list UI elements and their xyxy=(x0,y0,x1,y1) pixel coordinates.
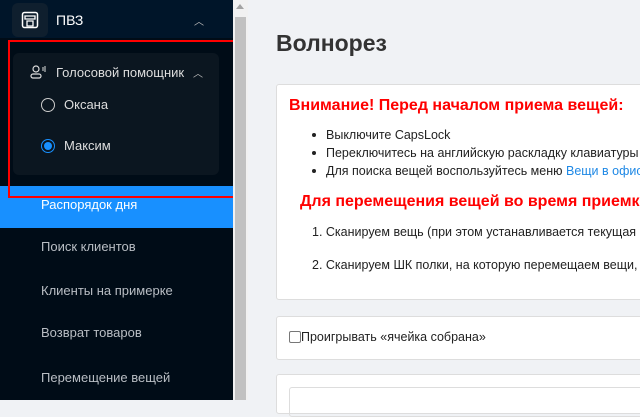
sidebar-item-client-search[interactable]: Поиск клиентов xyxy=(41,239,136,254)
sidebar-scrollbar[interactable] xyxy=(233,0,248,400)
move-step: 1. Сканируем вещь (при этом устанавливае… xyxy=(312,225,636,239)
notice-bullet: Для поиска вещей воспользуйтесь меню Вещ… xyxy=(326,164,640,178)
sidebar-item-returns[interactable]: Возврат товаров xyxy=(41,325,142,340)
sidebar-item-move-items[interactable]: Перемещение вещей xyxy=(41,370,170,385)
checkbox[interactable] xyxy=(289,331,301,343)
notice-card: Внимание! Перед началом приема вещей: Вы… xyxy=(276,84,640,300)
highlight-box xyxy=(8,40,242,198)
page-title: Волнорез xyxy=(276,30,387,57)
sidebar-header[interactable]: ПВЗ ︿ xyxy=(0,0,233,38)
sidebar-header-label: ПВЗ xyxy=(56,12,83,28)
scroll-up-icon[interactable] xyxy=(236,4,244,9)
checkbox-label: Проигрывать «ячейка собрана» xyxy=(301,330,486,344)
scan-input[interactable] xyxy=(289,387,640,417)
notice-heading: Внимание! Перед началом приема вещей: xyxy=(289,97,624,115)
items-in-office-link[interactable]: Вещи в офисе xyxy=(566,164,640,178)
chevron-up-icon[interactable]: ︿ xyxy=(194,13,204,28)
play-cell-collected-option[interactable]: Проигрывать «ячейка собрана» xyxy=(289,330,486,344)
store-icon xyxy=(12,3,48,37)
sidebar-item-schedule[interactable]: Распорядок дня xyxy=(41,197,137,212)
notice-bullet: Выключите CapsLock xyxy=(326,128,450,142)
move-heading: Для перемещения вещей во время приемки xyxy=(300,193,640,211)
scan-card xyxy=(276,374,640,414)
notice-bullet: Переключитесь на английскую раскладку кл… xyxy=(326,146,639,160)
sound-option-card: Проигрывать «ячейка собрана» xyxy=(276,316,640,360)
sidebar-item-fitting-clients[interactable]: Клиенты на примерке xyxy=(41,283,173,298)
move-step: 2. Сканируем ШК полки, на которую переме… xyxy=(312,258,637,272)
scrollbar-thumb[interactable] xyxy=(235,17,246,400)
